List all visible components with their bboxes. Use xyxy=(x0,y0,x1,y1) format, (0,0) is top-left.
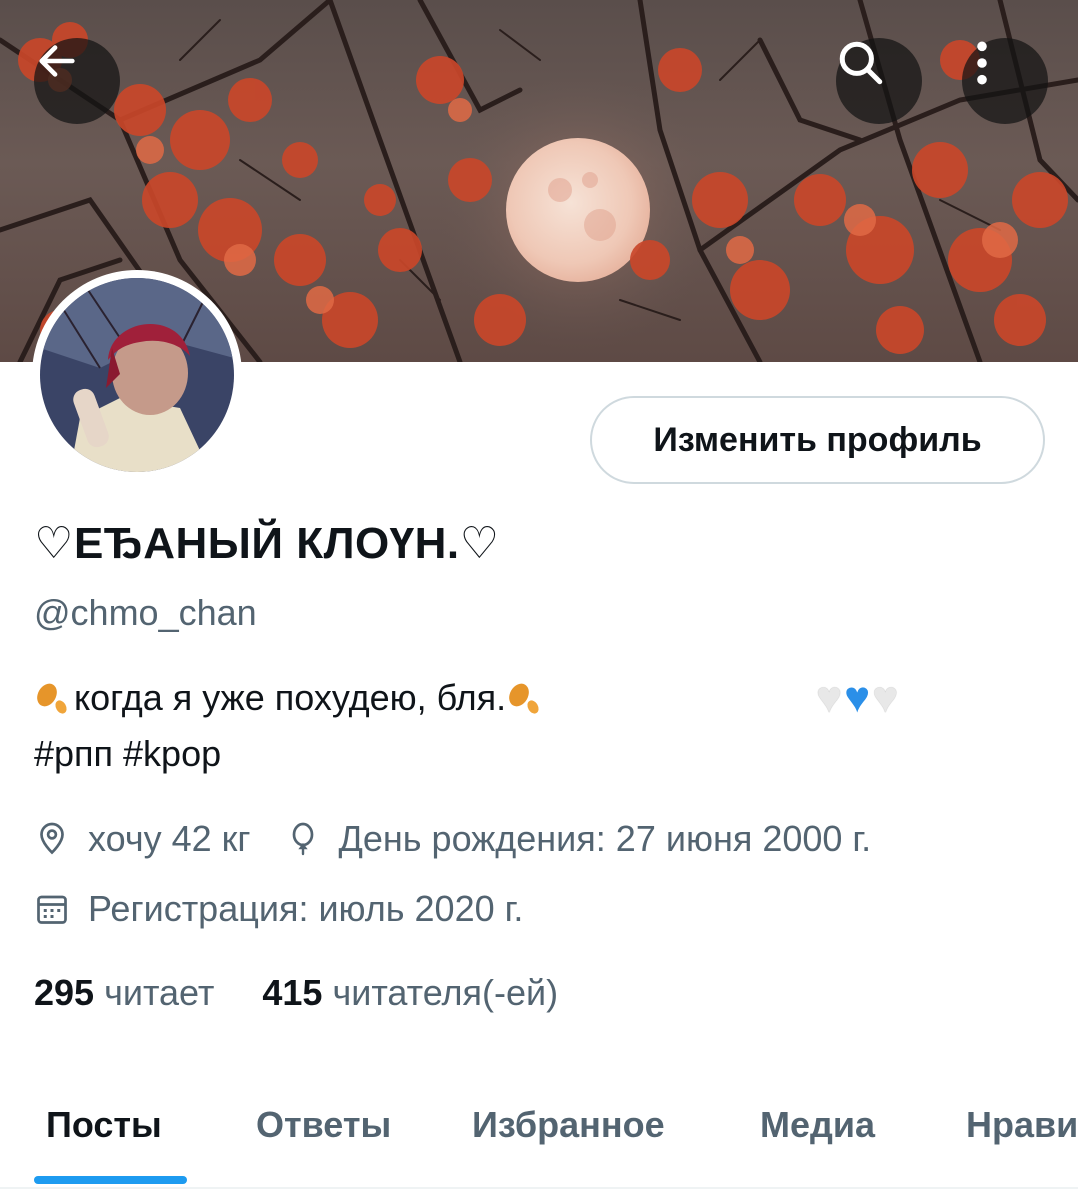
avatar[interactable] xyxy=(32,270,242,480)
arrow-left-icon xyxy=(39,45,75,77)
profile-stats: 295 читает 415 читателя(-ей) xyxy=(34,972,558,1014)
bio-hearts: ♥ ♥ ♥ xyxy=(816,670,898,726)
more-options-button[interactable] xyxy=(962,38,1048,124)
following-label: читает xyxy=(104,972,215,1013)
display-name: ♡ЕЂАНЫЙ КЛОҮН.♡ xyxy=(34,519,500,568)
avatar-image xyxy=(40,278,234,472)
active-tab-indicator xyxy=(34,1176,187,1184)
tab-replies[interactable]: Ответы xyxy=(256,1104,391,1146)
location-pin-icon xyxy=(40,822,64,855)
tab-likes[interactable]: Нрави xyxy=(966,1104,1078,1146)
bio-line-2[interactable]: #рпп #kpop xyxy=(34,726,1034,782)
edit-profile-button[interactable]: Изменить профиль xyxy=(590,396,1045,484)
white-heart-icon: ♥ xyxy=(872,673,899,722)
search-icon xyxy=(839,41,883,85)
more-vertical-icon xyxy=(977,41,987,85)
bio-hashtags[interactable]: #рпп #kpop xyxy=(34,726,221,782)
profile-joined-date: Регистрация: июль 2020 г. xyxy=(88,888,524,929)
followers-count: 415 xyxy=(262,972,323,1013)
back-button[interactable] xyxy=(34,38,120,124)
bio-line-1: когда я уже похудею, бля. ♥ ♥ ♥ xyxy=(34,670,1034,726)
username-handle: @chmo_chan xyxy=(34,592,257,633)
tab-posts[interactable]: Посты xyxy=(46,1104,162,1146)
profile-tabs: Посты Ответы Избранное Медиа Нрави xyxy=(0,1090,1078,1188)
calendar-icon xyxy=(37,895,67,924)
tabs-divider xyxy=(0,1187,1078,1189)
profile-meta-row: хочу 42 кг День рождения: 27 июня 2000 г… xyxy=(34,818,871,860)
following-link[interactable]: 295 читает xyxy=(34,972,214,1014)
followers-link[interactable]: 415 читателя(-ей) xyxy=(262,972,558,1014)
profile-bio: когда я уже похудею, бля. ♥ ♥ ♥ #рпп #kp… xyxy=(34,670,1034,782)
followers-label: читателя(-ей) xyxy=(332,972,559,1013)
balloon-icon xyxy=(292,822,313,856)
fallen-leaf-icon xyxy=(509,683,539,714)
blue-heart-icon: ♥ xyxy=(844,673,871,722)
profile-meta-row: Регистрация: июль 2020 г. xyxy=(34,888,523,930)
profile-location: хочу 42 кг xyxy=(88,818,251,859)
bio-text: когда я уже похудею, бля. xyxy=(74,677,507,718)
tab-media[interactable]: Медиа xyxy=(760,1104,875,1146)
tab-favorites[interactable]: Избранное xyxy=(472,1104,665,1146)
search-button[interactable] xyxy=(836,38,922,124)
fallen-leaf-icon xyxy=(37,683,67,714)
following-count: 295 xyxy=(34,972,95,1013)
white-heart-icon: ♥ xyxy=(816,673,843,722)
profile-birthday: День рождения: 27 июня 2000 г. xyxy=(338,818,872,859)
